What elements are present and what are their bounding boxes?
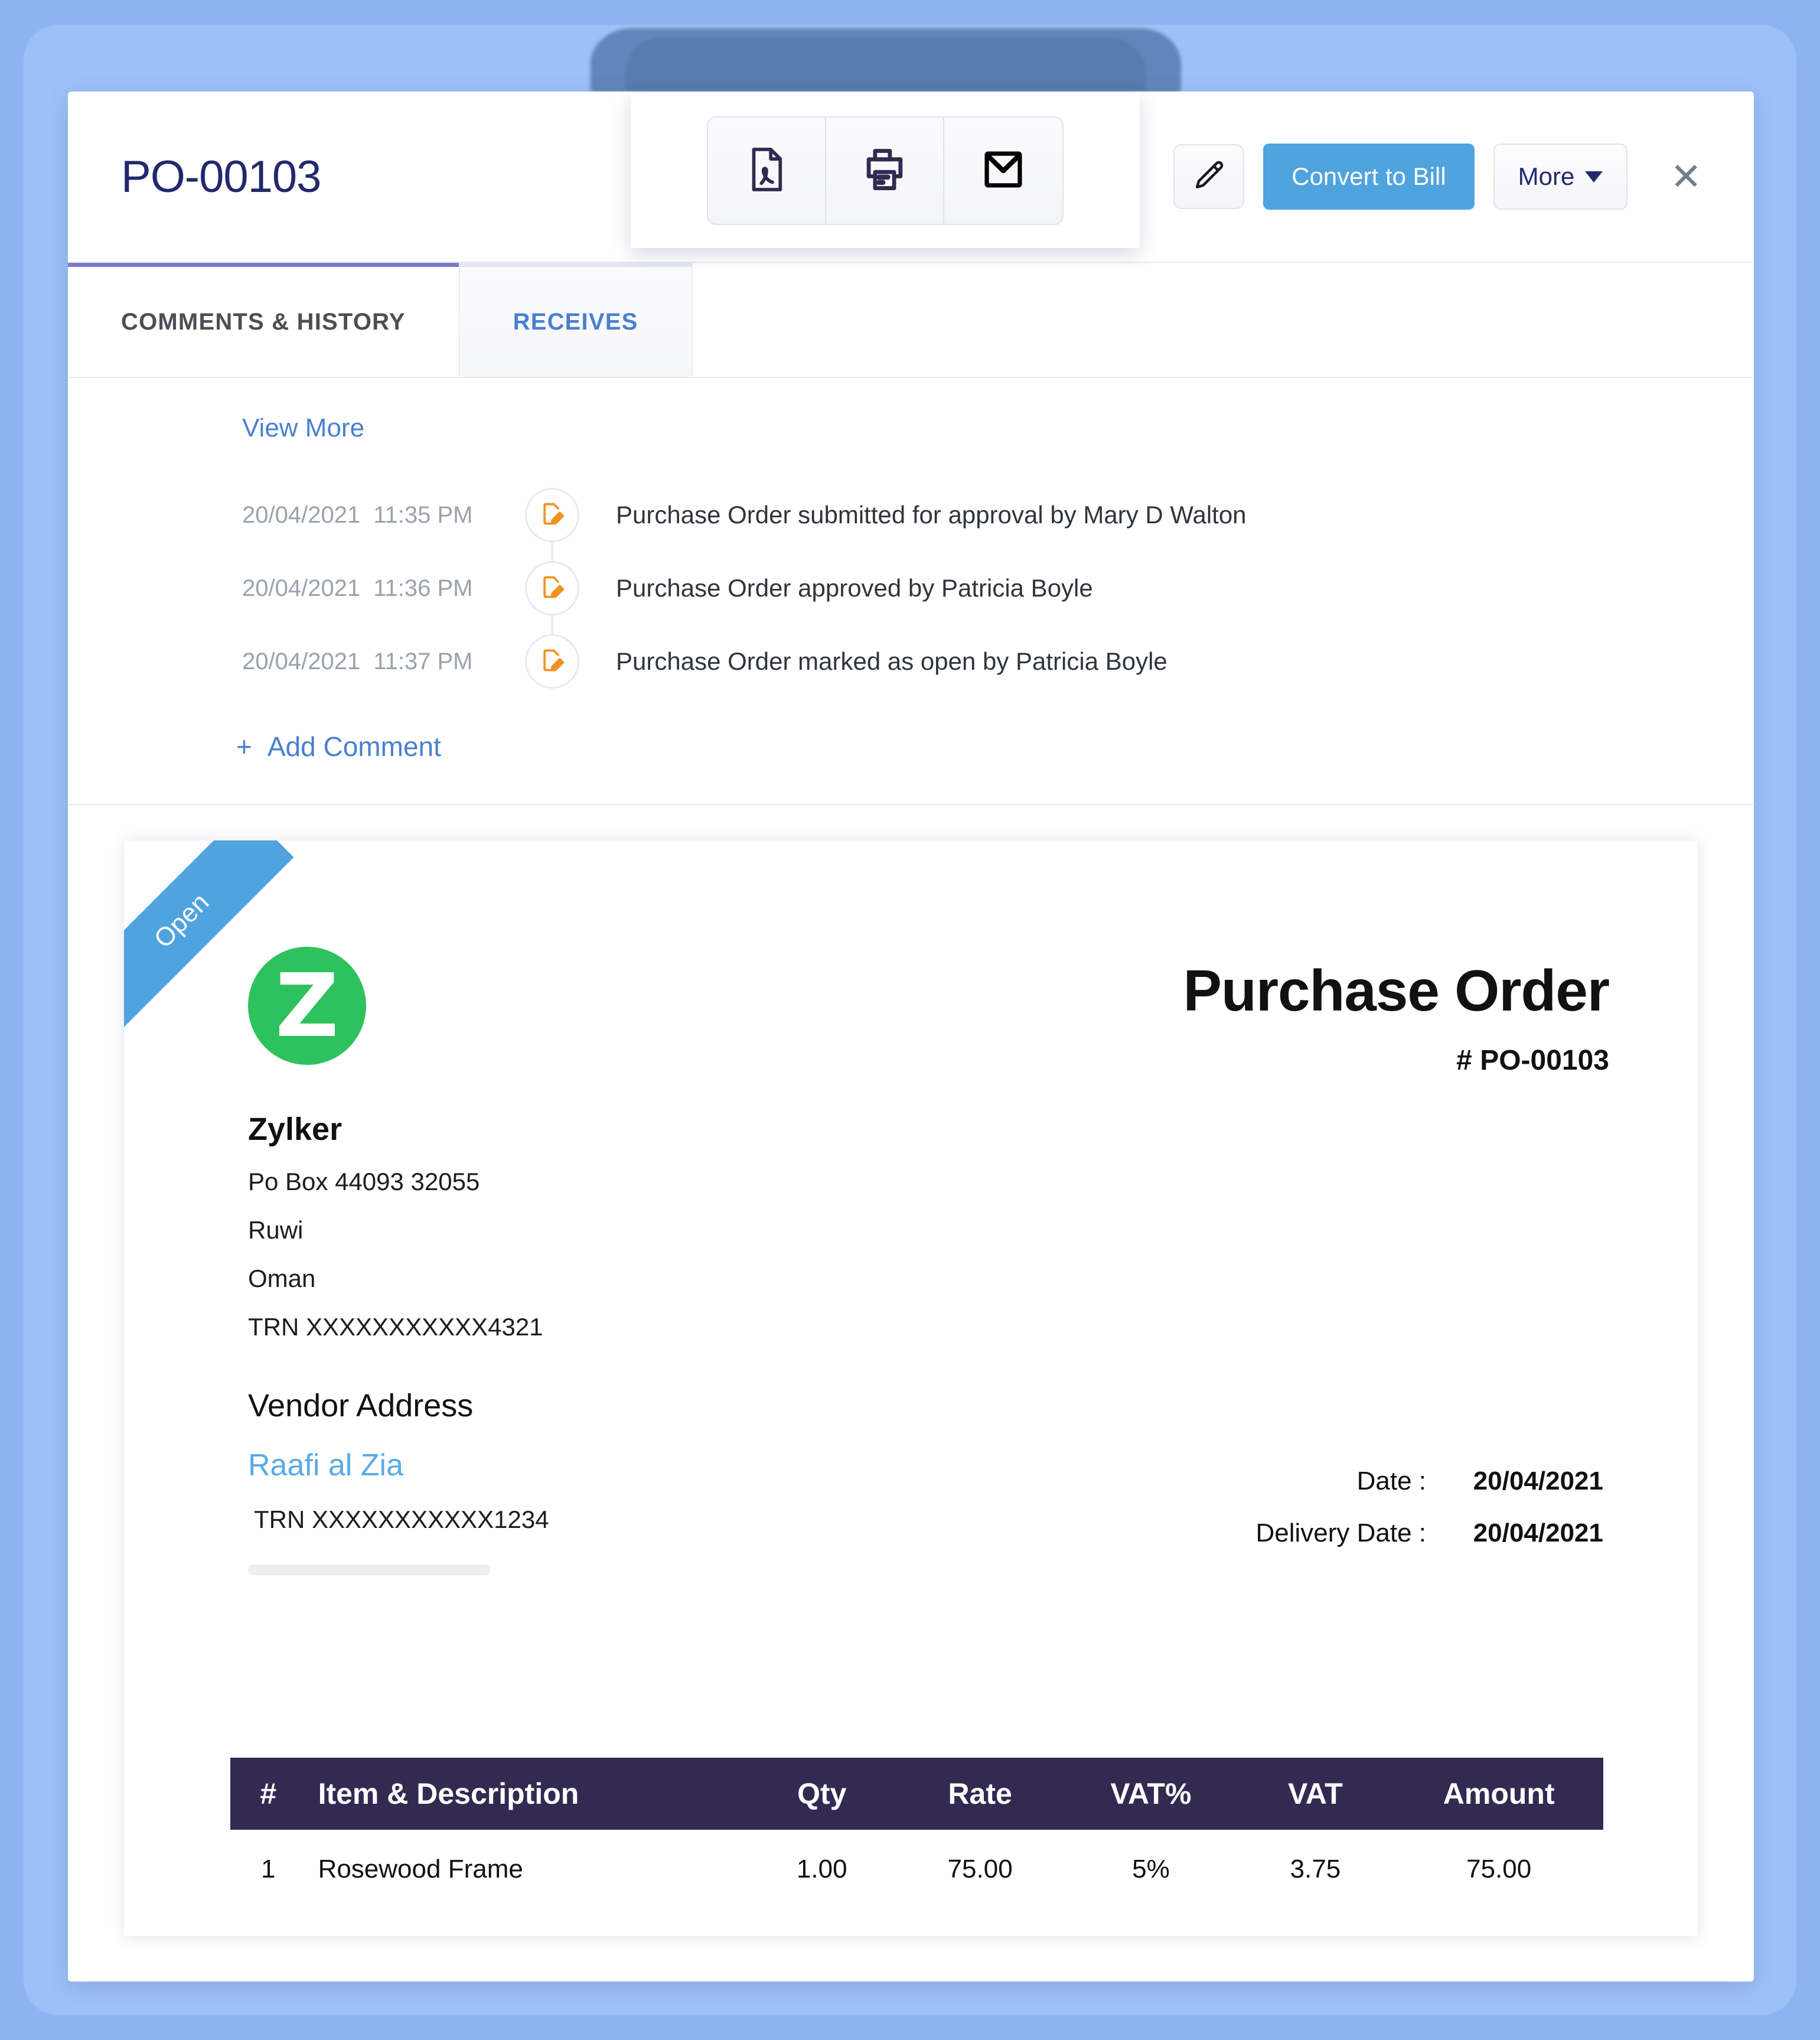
history-time-value: 11:36 PM: [373, 575, 473, 601]
document-edit-icon: [539, 501, 565, 530]
cell-index: 1: [261, 1855, 276, 1883]
pencil-icon: [1192, 158, 1226, 195]
line-items-table: # Item & Description Qty Rate VAT% VAT A…: [230, 1758, 1603, 1902]
tab-comments-history[interactable]: COMMENTS & HISTORY: [68, 263, 459, 377]
add-comment-button[interactable]: + Add Comment: [236, 731, 441, 762]
more-button[interactable]: More: [1493, 144, 1628, 210]
timeline-node: [517, 561, 588, 651]
history-timestamp: 20/04/2021 11:35 PM: [68, 502, 517, 529]
envelope-icon: [978, 144, 1029, 198]
document-title: Purchase Order: [1183, 958, 1610, 1023]
history-timeline: 20/04/2021 11:35 PM Purchase Order submi…: [68, 478, 1754, 698]
history-entry-text: Purchase Order marked as open by Patrici…: [616, 647, 1167, 675]
brush-stroke-decoration: [591, 28, 1181, 92]
timeline-node-circle: [525, 488, 579, 542]
dates-block: Date : 20/04/2021 Delivery Date : 20/04/…: [1255, 1467, 1603, 1570]
share-actions-popup: [631, 93, 1140, 248]
document-edit-icon: [539, 647, 565, 676]
cell-vat: 3.75: [1290, 1855, 1341, 1883]
column-header-qty: Qty: [749, 1758, 895, 1830]
header-actions: Convert to Bill More ✕: [1173, 144, 1718, 210]
company-name: Zylker: [248, 1112, 343, 1147]
document-preview-area: Open Z Zylker Po Box 44093 32055 Ruwi Om…: [68, 805, 1754, 1936]
table-header-row: # Item & Description Qty Rate VAT% VAT A…: [230, 1758, 1603, 1830]
pdf-file-icon: [741, 144, 792, 198]
history-timestamp: 20/04/2021 11:36 PM: [68, 575, 517, 602]
printer-icon: [859, 144, 910, 198]
delivery-date-row: Delivery Date : 20/04/2021: [1255, 1518, 1603, 1548]
column-header-item: Item & Description: [306, 1758, 749, 1830]
add-comment-label: Add Comment: [267, 731, 441, 762]
address-placeholder-bar: [248, 1565, 490, 1575]
history-entry: 20/04/2021 11:35 PM Purchase Order submi…: [68, 478, 1754, 578]
document-title-block: Purchase Order # PO-00103: [1183, 947, 1610, 1077]
history-entry-text: Purchase Order approved by Patricia Boyl…: [616, 574, 1093, 602]
company-trn: TRN XXXXXXXXXXX4321: [248, 1313, 543, 1341]
vendor-name-link[interactable]: Raafi al Zia: [248, 1448, 549, 1483]
share-button-group: [707, 116, 1064, 225]
cell-vat-percent: 5%: [1132, 1855, 1170, 1883]
comments-history-panel: View More 20/04/2021 11:35 PM Purchase O…: [68, 378, 1754, 805]
delivery-date-label: Delivery Date :: [1255, 1518, 1426, 1547]
cell-rate: 75.00: [947, 1855, 1013, 1883]
timeline-node: [517, 634, 588, 689]
history-entry: 20/04/2021 11:36 PM Purchase Order appro…: [68, 552, 1754, 651]
company-address-line: Ruwi: [248, 1216, 304, 1244]
table-row: 1 Rosewood Frame 1.00 75.00 5% 3.75 75.0…: [230, 1830, 1603, 1902]
zylker-logo: Z: [248, 947, 366, 1065]
history-date: 20/04/2021: [242, 575, 361, 601]
history-timestamp: 20/04/2021 11:37 PM: [68, 649, 517, 675]
cell-amount: 75.00: [1466, 1855, 1532, 1883]
column-header-vat-percent: VAT%: [1065, 1758, 1237, 1830]
company-address-line: Po Box 44093 32055: [248, 1168, 480, 1195]
history-entry-text: Purchase Order submitted for approval by…: [616, 501, 1247, 529]
history-entry: 20/04/2021 11:37 PM Purchase Order marke…: [68, 625, 1754, 698]
export-pdf-button[interactable]: [708, 118, 826, 224]
vendor-trn: TRN XXXXXXXXXXX1234: [254, 1505, 549, 1533]
history-date: 20/04/2021: [242, 501, 361, 528]
plus-icon: +: [236, 731, 252, 762]
more-button-label: More: [1518, 162, 1575, 190]
tab-receives[interactable]: RECEIVES: [458, 263, 693, 377]
convert-to-bill-button[interactable]: Convert to Bill: [1263, 144, 1475, 210]
vendor-address-heading: Vendor Address: [248, 1388, 474, 1423]
purchase-order-window: PO-00103 Convert to Bill More ✕ COMMENTS…: [68, 92, 1754, 1982]
history-date: 20/04/2021: [242, 648, 361, 674]
column-header-vat: VAT: [1236, 1758, 1395, 1830]
close-button[interactable]: ✕: [1646, 158, 1718, 195]
document-edit-icon: [539, 574, 565, 603]
date-row: Date : 20/04/2021: [1255, 1467, 1603, 1496]
document-body: Z Zylker Po Box 44093 32055 Ruwi Oman TR…: [124, 840, 1698, 1575]
column-header-amount: Amount: [1394, 1758, 1603, 1830]
history-time-value: 11:35 PM: [373, 501, 473, 528]
column-header-rate: Rate: [894, 1758, 1066, 1830]
page-title: PO-00103: [121, 151, 321, 202]
cell-qty: 1.00: [796, 1855, 847, 1883]
delivery-date-value: 20/04/2021: [1473, 1518, 1603, 1547]
chevron-down-icon: [1585, 171, 1603, 183]
company-address-line: Oman: [248, 1265, 316, 1292]
column-header-index: #: [230, 1758, 306, 1830]
document-number: # PO-00103: [1456, 1045, 1609, 1076]
cell-item: Rosewood Frame: [318, 1855, 523, 1883]
print-button[interactable]: [826, 118, 944, 224]
timeline-node-circle: [525, 561, 579, 615]
date-label: Date :: [1356, 1467, 1426, 1495]
email-button[interactable]: [944, 118, 1062, 224]
history-time-value: 11:37 PM: [373, 648, 473, 674]
timeline-node: [517, 488, 588, 578]
view-more-link[interactable]: View More: [242, 413, 364, 443]
company-block: Z Zylker Po Box 44093 32055 Ruwi Oman TR…: [248, 947, 549, 1575]
edit-button[interactable]: [1173, 144, 1245, 209]
timeline-node-circle: [525, 634, 579, 689]
purchase-order-document: Open Z Zylker Po Box 44093 32055 Ruwi Om…: [124, 840, 1698, 1936]
tab-bar: COMMENTS & HISTORY RECEIVES: [68, 263, 1754, 378]
date-value: 20/04/2021: [1473, 1467, 1603, 1495]
